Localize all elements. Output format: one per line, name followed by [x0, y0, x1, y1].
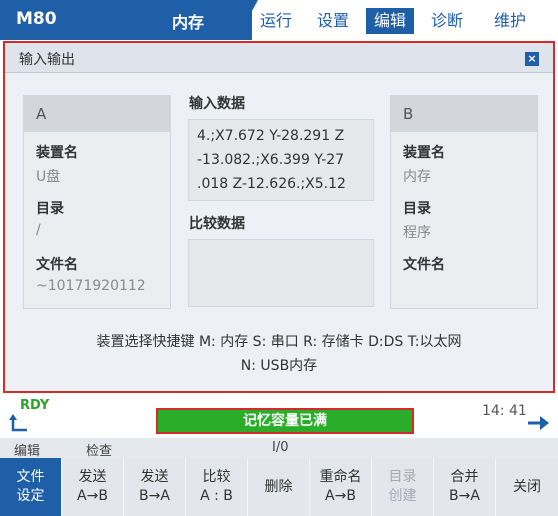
shortcut-hint-line1: 装置选择快捷键 M: 内存 S: 串口 R: 存储卡 D:DS T:以太网 — [96, 334, 462, 350]
softkey-label: 删除 — [264, 478, 293, 495]
input-data-line: -13.082.;X6.399 Y-27 — [197, 152, 345, 168]
softkey-sublabel: B→A — [139, 488, 170, 504]
softkey-label: 关闭 — [513, 478, 541, 495]
input-data-line: 4.;X7.672 Y-28.291 Z — [197, 128, 345, 144]
device-a-header: A — [24, 96, 170, 132]
menu-path-item: I/0 — [272, 440, 289, 455]
softkey-label: 目录 — [388, 469, 417, 485]
softkey-rename[interactable]: 重命名 A→B — [310, 458, 372, 516]
softkey-label: 比较 — [202, 469, 231, 485]
softkey-label: 重命名 — [319, 469, 362, 485]
machine-model: M80 — [16, 9, 57, 29]
softkey-sublabel: 创建 — [388, 488, 417, 504]
softkey-close[interactable]: 关闭 — [496, 458, 558, 516]
softkey-send-b-to-a[interactable]: 发送 B→A — [124, 458, 186, 516]
alarm-message: 记忆容量已满 — [156, 408, 414, 434]
device-a-panel[interactable]: A 装置名 U盘 目录 / 文件名 ~10171920112 — [23, 95, 171, 309]
shortcut-hint-line2: N: USB内存 — [240, 358, 318, 374]
dialog-title: 输入输出 — [19, 52, 75, 68]
device-b-file-label: 文件名 — [403, 257, 445, 273]
memory-mode: 内存 — [172, 13, 205, 32]
io-dialog: 输入输出 × A 装置名 U盘 目录 / 文件名 ~10171920112 输入… — [3, 41, 555, 393]
input-data-box: 4.;X7.672 Y-28.291 Z -13.082.;X6.399 Y-2… — [188, 119, 374, 201]
close-icon[interactable]: × — [525, 52, 539, 66]
softkey-sublabel: A→B — [325, 488, 356, 504]
input-data-line: .018 Z-12.626.;X5.12 — [197, 176, 346, 192]
device-a-dir-label: 目录 — [36, 201, 64, 217]
menu-path-bar: 编辑 检查 I/0 — [0, 438, 558, 459]
softkey-label: 发送 — [140, 469, 169, 485]
softkey-sublabel: A : B — [200, 488, 233, 504]
menu-path-item: 检查 — [86, 444, 113, 459]
input-data-label: 输入数据 — [189, 96, 245, 112]
softkey-sublabel: B→A — [449, 488, 480, 504]
device-a-file-value: ~10171920112 — [36, 278, 146, 294]
softkey-file-setting[interactable]: 文件 设定 — [0, 458, 62, 516]
softkey-label: 发送 — [78, 469, 107, 485]
next-arrow-icon[interactable] — [526, 412, 550, 434]
softkey-sublabel: 设定 — [16, 488, 45, 504]
device-a-file-label: 文件名 — [36, 257, 78, 273]
device-b-dir-label: 目录 — [403, 201, 431, 217]
device-a-dir-value: / — [36, 222, 41, 238]
softkey-merge[interactable]: 合并 B→A — [434, 458, 496, 516]
softkey-compare[interactable]: 比较 A : B — [186, 458, 248, 516]
device-a-device-value: U盘 — [36, 169, 61, 185]
device-b-header: B — [391, 96, 537, 132]
softkey-sublabel: A→B — [77, 488, 108, 504]
top-bar: M80 内存 运行 设置 编辑 诊断 维护 — [0, 0, 558, 40]
softkey-send-a-to-b[interactable]: 发送 A→B — [62, 458, 124, 516]
tab-edit[interactable]: 编辑 — [366, 8, 415, 34]
tab-diagnosis[interactable]: 诊断 — [423, 8, 471, 34]
softkey-label: 文件 — [16, 469, 45, 485]
device-b-dir-value: 程序 — [403, 225, 431, 241]
softkey-bar: 文件 设定 发送 A→B 发送 B→A 比较 A : B 删除 重命名 A→B … — [0, 458, 558, 516]
softkey-create-directory[interactable]: 目录 创建 — [372, 458, 434, 516]
menu-path-item: 编辑 — [14, 444, 41, 459]
tab-maintenance[interactable]: 维护 — [486, 8, 534, 34]
return-arrow-icon[interactable] — [9, 413, 31, 435]
softkey-label: 合并 — [450, 469, 479, 485]
tab-setup[interactable]: 设置 — [309, 8, 357, 34]
device-b-device-label: 装置名 — [403, 145, 445, 161]
compare-data-label: 比较数据 — [189, 216, 245, 232]
device-a-device-label: 装置名 — [36, 145, 78, 161]
softkey-delete[interactable]: 删除 — [248, 458, 310, 516]
compare-data-box — [188, 239, 374, 307]
tab-run[interactable]: 运行 — [252, 8, 300, 34]
ready-status: RDY — [20, 398, 50, 413]
device-b-panel[interactable]: B 装置名 内存 目录 程序 文件名 — [390, 95, 538, 309]
dialog-titlebar: 输入输出 × — [5, 43, 553, 73]
device-b-device-value: 内存 — [403, 169, 431, 185]
clock: 14: 41 — [482, 403, 527, 419]
